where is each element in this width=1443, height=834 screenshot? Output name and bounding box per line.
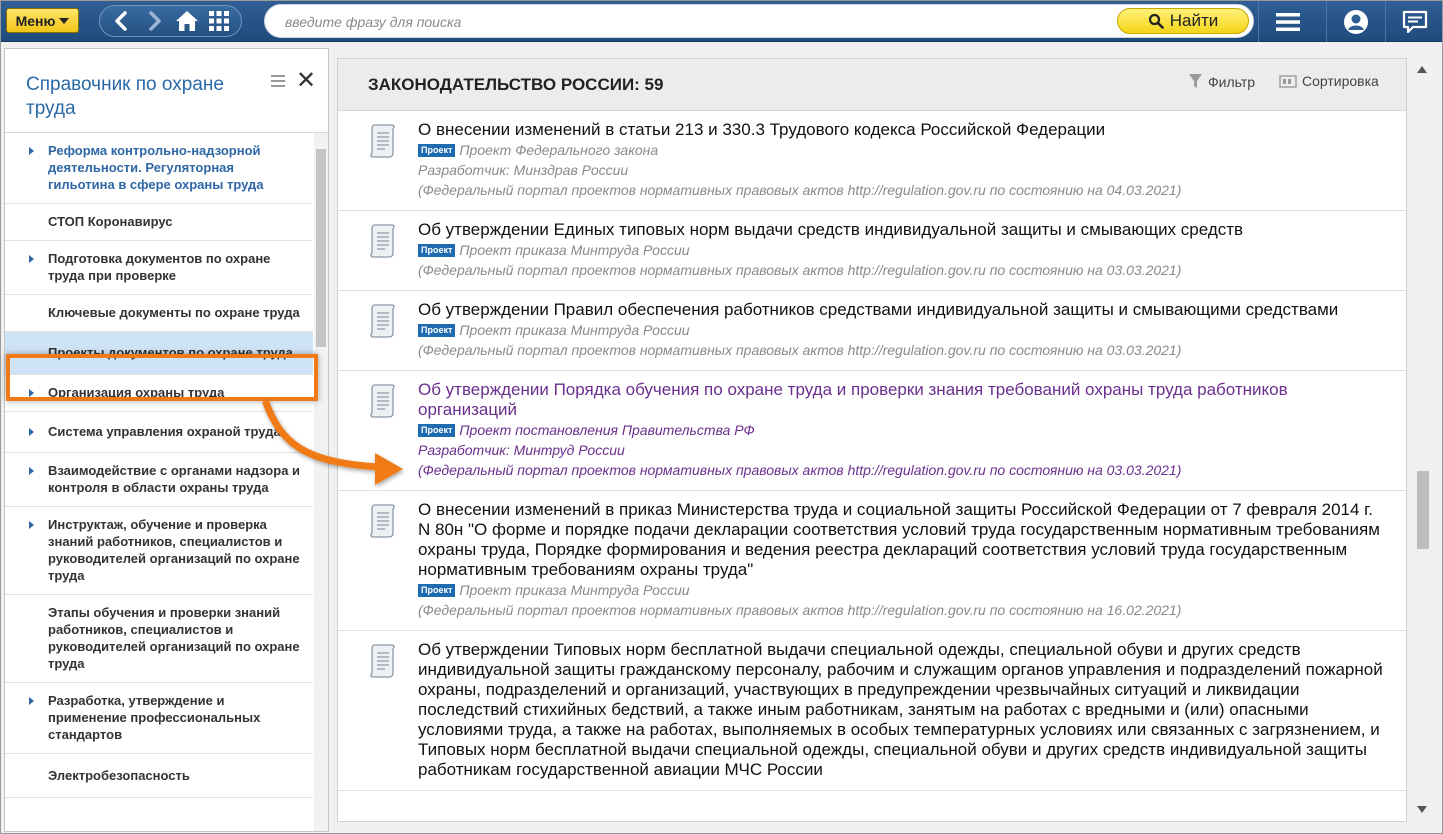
- list-icon[interactable]: [271, 75, 285, 90]
- sidebar-item[interactable]: Инструктаж, обучение и проверка знаний р…: [5, 507, 313, 595]
- sidebar-scrollbar[interactable]: [314, 133, 328, 831]
- message-icon: [1402, 10, 1427, 33]
- document-source: (Федеральный портал проектов нормативных…: [418, 262, 1182, 278]
- main-panel: ЗАКОНОДАТЕЛЬСТВО РОССИИ: 59 Фильтр Сорти…: [337, 58, 1407, 822]
- document-type: Проект Проект приказа Минтруда России: [418, 580, 1386, 600]
- sidebar-item[interactable]: Подготовка документов по охране труда пр…: [5, 241, 313, 295]
- document-icon: [370, 224, 395, 258]
- sort-icon: [1279, 75, 1297, 88]
- home-icon[interactable]: [174, 8, 200, 34]
- document-item[interactable]: Об утверждении Типовых норм бесплатной в…: [338, 631, 1406, 791]
- document-icon: [370, 384, 395, 418]
- results-title: ЗАКОНОДАТЕЛЬСТВО РОССИИ: 59: [368, 75, 664, 94]
- sidebar-item[interactable]: СТОП Коронавирус: [5, 204, 313, 241]
- close-icon[interactable]: ✕: [296, 67, 316, 95]
- document-developer: Разработчик: Минздрав России: [418, 162, 629, 178]
- sidebar-title: Справочник по охране труда: [26, 74, 224, 119]
- document-type: Проект Проект приказа Минтруда России: [418, 320, 1386, 340]
- document-icon: [370, 124, 395, 158]
- scroll-down-icon[interactable]: [1417, 806, 1427, 813]
- document-title[interactable]: Об утверждении Порядка обучения по охран…: [418, 380, 1386, 420]
- chevron-right-icon: [29, 697, 34, 705]
- find-button[interactable]: Найти: [1117, 8, 1249, 34]
- hamburger-icon: [1275, 12, 1300, 31]
- document-item[interactable]: О внесении изменений в приказ Министерст…: [338, 491, 1406, 631]
- document-title[interactable]: Об утверждении Единых типовых норм выдач…: [418, 220, 1386, 240]
- document-source: (Федеральный портал проектов нормативных…: [418, 462, 1182, 478]
- document-icon: [370, 644, 395, 678]
- document-title[interactable]: О внесении изменений в статьи 213 и 330.…: [418, 120, 1386, 140]
- filter-icon: [1189, 74, 1202, 88]
- document-item[interactable]: О внесении изменений в статьи 213 и 330.…: [338, 111, 1406, 211]
- sidebar-item[interactable]: Ключевые документы по охране труда: [5, 295, 313, 332]
- user-icon: [1343, 9, 1368, 34]
- sidebar-item[interactable]: Электробезопасность: [5, 754, 313, 798]
- sidebar-item[interactable]: Разработка, утверждение и применение про…: [5, 683, 313, 754]
- project-badge: Проект: [418, 144, 456, 157]
- document-type: Проект Проект приказа Минтруда России: [418, 240, 1386, 260]
- document-source: (Федеральный портал проектов нормативных…: [418, 342, 1182, 358]
- search-box: Найти: [264, 4, 1254, 38]
- back-icon[interactable]: [109, 8, 135, 34]
- menu-button-label: Меню: [15, 12, 56, 29]
- chevron-right-icon: [29, 147, 34, 155]
- user-button[interactable]: [1326, 1, 1384, 42]
- document-title[interactable]: Об утверждении Типовых норм бесплатной в…: [418, 640, 1386, 780]
- chevron-right-icon: [29, 467, 34, 475]
- sidebar: Справочник по охране труда ✕ Реформа кон…: [4, 48, 329, 832]
- sort-label: Сортировка: [1302, 73, 1379, 89]
- document-title[interactable]: О внесении изменений в приказ Министерст…: [418, 500, 1386, 580]
- main-header: ЗАКОНОДАТЕЛЬСТВО РОССИИ: 59 Фильтр Сорти…: [338, 59, 1406, 111]
- main-scroll-thumb[interactable]: [1417, 471, 1429, 549]
- scroll-up-icon[interactable]: [1417, 66, 1427, 73]
- sidebar-item[interactable]: Реформа контрольно-надзорной деятельност…: [5, 133, 313, 204]
- search-icon: [1148, 13, 1164, 29]
- search-input[interactable]: [285, 13, 1105, 31]
- sidebar-header: Справочник по охране труда ✕: [5, 49, 328, 133]
- document-type: Проект Проект Федерального закона: [418, 140, 1386, 160]
- sidebar-list: Реформа контрольно-надзорной деятельност…: [5, 133, 313, 798]
- message-button[interactable]: [1385, 1, 1442, 42]
- filter-label: Фильтр: [1208, 73, 1256, 90]
- document-source: (Федеральный портал проектов нормативных…: [418, 602, 1182, 618]
- navigation-group: [99, 5, 242, 37]
- main-scrollbar[interactable]: [1411, 58, 1431, 822]
- project-badge: Проект: [418, 244, 456, 257]
- document-item[interactable]: Об утверждении Порядка обучения по охран…: [338, 371, 1406, 491]
- chevron-right-icon: [29, 255, 34, 263]
- chevron-down-icon: [59, 17, 70, 24]
- top-toolbar: Меню Най: [1, 1, 1442, 42]
- forward-icon[interactable]: [141, 8, 167, 34]
- menu-button[interactable]: Меню: [6, 8, 79, 33]
- hamburger-button[interactable]: [1258, 1, 1316, 42]
- sidebar-item[interactable]: Система управления охраной труда: [5, 412, 313, 453]
- document-source: (Федеральный портал проектов нормативных…: [418, 182, 1182, 198]
- find-button-label: Найти: [1169, 11, 1219, 30]
- sidebar-item[interactable]: Взаимодействие с органами надзора и конт…: [5, 453, 313, 507]
- project-badge: Проект: [418, 424, 456, 437]
- chevron-right-icon: [29, 428, 34, 436]
- sidebar-item[interactable]: Этапы обучения и проверки знаний работни…: [5, 595, 313, 683]
- document-title[interactable]: Об утверждении Правил обеспечения работн…: [418, 300, 1386, 320]
- project-badge: Проект: [418, 324, 456, 337]
- document-type: Проект Проект постановления Правительства…: [418, 420, 1386, 440]
- sort-button[interactable]: Сортировка: [1279, 73, 1379, 89]
- document-item[interactable]: Об утверждении Правил обеспечения работн…: [338, 291, 1406, 371]
- document-icon: [370, 504, 395, 538]
- grid-icon[interactable]: [206, 8, 232, 34]
- chevron-right-icon: [29, 521, 34, 529]
- document-developer: Разработчик: Минтруд России: [418, 442, 625, 458]
- document-icon: [370, 304, 395, 338]
- app-window: Меню Най: [0, 0, 1443, 834]
- document-item[interactable]: Об утверждении Единых типовых норм выдач…: [338, 211, 1406, 291]
- filter-button[interactable]: Фильтр: [1188, 73, 1255, 90]
- highlight-frame: [6, 354, 318, 401]
- sidebar-scroll-thumb[interactable]: [316, 149, 326, 347]
- project-badge: Проект: [418, 584, 456, 597]
- document-list: О внесении изменений в статьи 213 и 330.…: [338, 111, 1406, 791]
